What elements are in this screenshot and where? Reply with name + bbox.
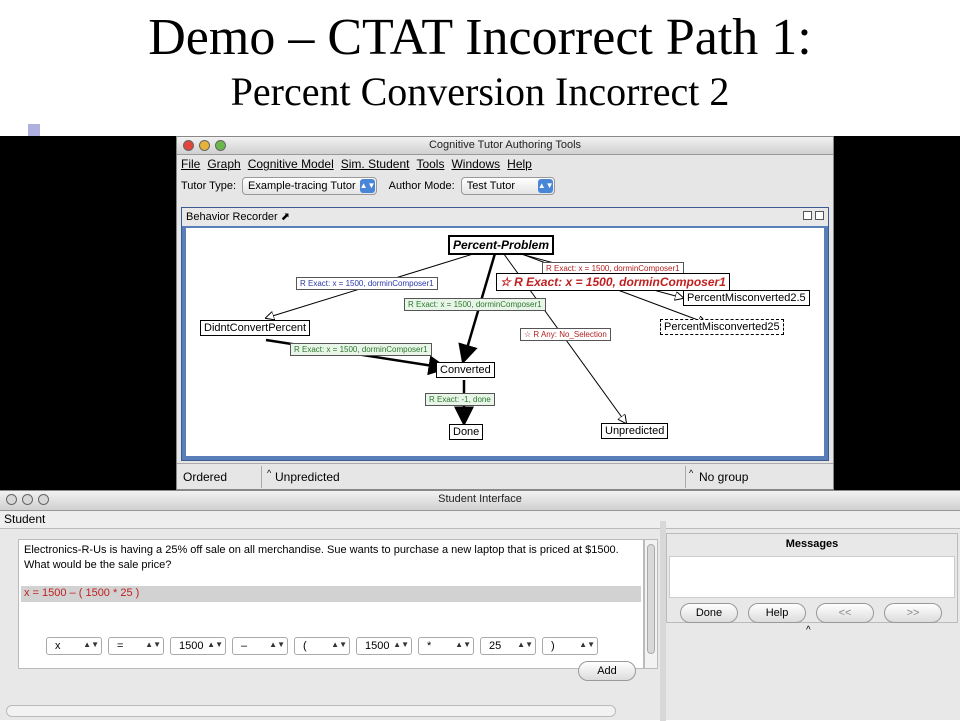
next-hint-button[interactable]: >> [884, 603, 942, 623]
updown-arrow-icon: ▲▼ [537, 179, 554, 193]
slide-bullet-icon [28, 124, 40, 136]
problem-statement: Electronics-R-Us is having a 25% off sal… [24, 544, 619, 571]
answer-line[interactable]: x = 1500 – ( 1500 * 25 ) [21, 586, 641, 602]
maximize-panel-icon[interactable] [815, 211, 824, 220]
node-converted[interactable]: Converted [436, 362, 495, 378]
node-didnt-convert-percent[interactable]: DidntConvertPercent [200, 320, 311, 336]
ctat-window-title: Cognitive Tutor Authoring Tools [428, 139, 582, 151]
student-titlebar[interactable]: Student Interface [0, 491, 960, 511]
behavior-graph: Percent-Problem DidntConvertPercent Conv… [186, 228, 824, 456]
ctat-window: Cognitive Tutor Authoring Tools File Gra… [176, 136, 834, 490]
edge-label-selected[interactable]: ☆ R Exact: x = 1500, dorminComposer1 [496, 273, 730, 291]
slide-title-line2: Percent Conversion Incorrect 2 [230, 69, 730, 114]
slide-title-line1: Demo – CTAT Incorrect Path 1: [148, 9, 812, 66]
edge-label-text: R Exact: x = 1500, dorminComposer1 [514, 275, 726, 289]
selector-8[interactable]: 25 ▲▼ [480, 637, 536, 655]
node-unpredicted[interactable]: Unpredicted [601, 423, 669, 439]
done-button[interactable]: Done [680, 603, 738, 623]
help-button[interactable]: Help [748, 603, 806, 623]
vertical-scrollbar[interactable] [644, 539, 658, 669]
horizontal-scrollbar[interactable] [6, 705, 616, 717]
author-mode-value: Test Tutor [466, 180, 515, 192]
menu-sim-student[interactable]: Sim. Student [341, 157, 410, 172]
slide-title: Demo – CTAT Incorrect Path 1: Percent Co… [0, 8, 960, 116]
selector-1[interactable]: x ▲▼ [46, 637, 102, 655]
student-section-label: Student [0, 511, 960, 529]
messages-title: Messages [785, 538, 839, 550]
menu-cognitive-model[interactable]: Cognitive Model [248, 157, 334, 172]
add-button[interactable]: Add [578, 661, 636, 681]
updown-arrow-icon: ▲▼ [359, 179, 375, 193]
node-percent-misconverted-25[interactable]: PercentMisconverted25 [660, 319, 784, 335]
menu-file[interactable]: File [181, 157, 200, 172]
star-icon: ☆ [500, 275, 515, 289]
tutor-type-value: Example-tracing Tutor [248, 180, 356, 192]
node-percent-problem[interactable]: Percent-Problem [448, 235, 555, 255]
edge-label[interactable]: R Exact: -1, done [425, 393, 495, 406]
previous-hint-button[interactable]: << [816, 603, 874, 623]
graph-edges [186, 249, 824, 427]
node-percent-misconverted-2-5[interactable]: PercentMisconverted2.5 [683, 290, 810, 306]
pin-icon[interactable]: ⬈ [281, 211, 290, 223]
tutor-type-label: Tutor Type: [181, 180, 237, 192]
menu-tools[interactable]: Tools [416, 157, 444, 172]
edge-label[interactable]: R Exact: x = 1500, dorminComposer1 [296, 277, 438, 290]
status-ordered: Ordered [183, 470, 228, 484]
selector-4[interactable]: – ▲▼ [232, 637, 288, 655]
ctat-titlebar[interactable]: Cognitive Tutor Authoring Tools [177, 137, 833, 155]
minimize-panel-icon[interactable] [803, 211, 812, 220]
selector-2[interactable]: = ▲▼ [108, 637, 164, 655]
caret-icon: ^ [689, 468, 694, 478]
edge-label[interactable]: R Exact: x = 1500, dorminComposer1 [290, 343, 432, 356]
ctat-toolbar: Tutor Type: Example-tracing Tutor ▲▼ Aut… [177, 174, 833, 198]
edge-label[interactable]: R Exact: x = 1500, dorminComposer1 [404, 298, 546, 311]
edge-label-text: R Any: No_Selection [533, 330, 607, 339]
messages-body [669, 556, 955, 598]
edge-label[interactable]: ☆ R Any: No_Selection [520, 328, 611, 341]
menu-graph[interactable]: Graph [207, 157, 240, 172]
status-group: No group [699, 470, 749, 484]
tutor-type-select[interactable]: Example-tracing Tutor ▲▼ [242, 177, 377, 195]
selector-9[interactable]: ) ▲▼ [542, 637, 598, 655]
caret-icon: ^ [267, 468, 272, 478]
selector-6[interactable]: 1500 ▲▼ [356, 637, 412, 655]
author-mode-label: Author Mode: [388, 180, 455, 192]
student-interface-window: Student Interface Student Electronics-R-… [0, 490, 960, 721]
behavior-recorder-title: Behavior Recorder [186, 211, 278, 223]
selector-3[interactable]: 1500 ▲▼ [170, 637, 226, 655]
caret-icon: ^ [806, 625, 811, 636]
behavior-recorder-header: Behavior Recorder ⬈ [182, 208, 828, 226]
student-window-title: Student Interface [438, 493, 522, 505]
star-icon: ☆ [524, 330, 534, 339]
equation-selectors: x ▲▼ = ▲▼ 1500 ▲▼ – ▲▼ (▲▼ 1500 ▲▼ * ▲▼ 25 ▲▼ )… [46, 637, 598, 655]
selector-5[interactable]: (▲▼ [294, 637, 350, 655]
selector-7[interactable]: * ▲▼ [418, 637, 474, 655]
status-unpredicted: Unpredicted [275, 470, 340, 484]
menu-help[interactable]: Help [507, 157, 532, 172]
node-done[interactable]: Done [449, 424, 484, 440]
ctat-statusbar: Ordered ^ Unpredicted ^ No group [177, 463, 833, 489]
author-mode-select[interactable]: Test Tutor ▲▼ [460, 177, 555, 195]
menu-windows[interactable]: Windows [451, 157, 500, 172]
ctat-menubar: File Graph Cognitive Model Sim. Student … [177, 155, 833, 174]
behavior-recorder-panel: Behavior Recorder ⬈ Percent-Problem Didn… [181, 207, 829, 461]
